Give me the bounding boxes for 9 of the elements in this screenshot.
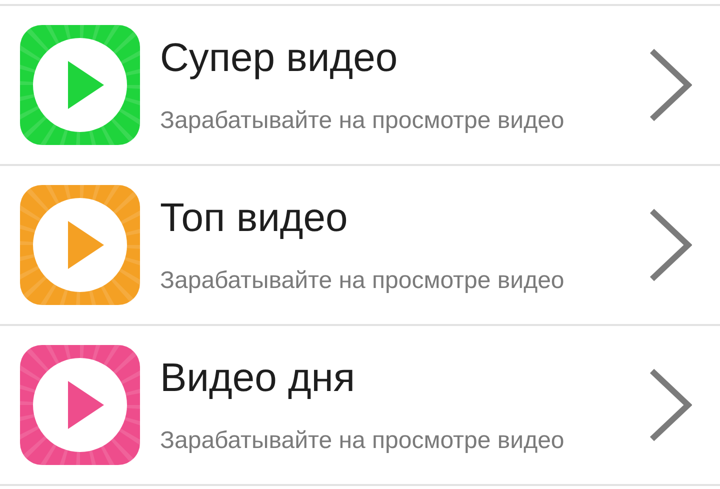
- item-title: Топ видео: [160, 195, 349, 241]
- item-title: Видео дня: [160, 355, 356, 401]
- chevron-right-icon[interactable]: [648, 47, 692, 123]
- chevron-right-icon[interactable]: [648, 207, 692, 283]
- item-subtitle: Зарабатывайте на просмотре видео: [160, 267, 566, 295]
- item-title: Супер видео: [160, 35, 399, 81]
- item-subtitle: Зарабатывайте на просмотре видео: [160, 427, 566, 455]
- item-subtitle: Зарабатывайте на просмотре видео: [160, 107, 566, 135]
- chevron-right-icon[interactable]: [648, 367, 692, 443]
